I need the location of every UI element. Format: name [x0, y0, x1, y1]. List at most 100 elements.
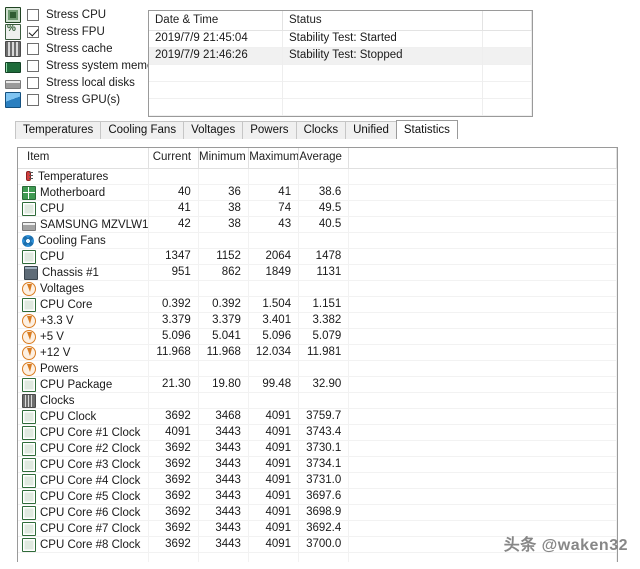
tab-temperatures[interactable]: Temperatures — [15, 121, 102, 139]
column-header-item[interactable]: Item — [18, 148, 149, 168]
table-row[interactable]: CPU Core #5 Clock 3692 3443 4091 3697.6 — [18, 489, 617, 505]
chip-icon — [22, 297, 36, 312]
stat-cell-item: CPU — [18, 249, 149, 264]
stress-option-checkbox[interactable] — [27, 93, 39, 106]
stress-option-checkbox[interactable] — [27, 8, 39, 21]
table-row[interactable]: CPU Core #6 Clock 3692 3443 4091 3698.9 — [18, 505, 617, 521]
log-row[interactable]: 2019/7/9 21:45:04 Stability Test: Started — [149, 31, 532, 48]
table-row[interactable]: CPU 1347 1152 2064 1478 — [18, 249, 617, 265]
motherboard-icon — [22, 185, 36, 200]
harddisk-icon — [22, 221, 36, 231]
statistics-grid[interactable]: Item Current Minimum Maximum Average Tem… — [17, 147, 618, 562]
table-row[interactable]: Chassis #1 951 862 1849 1131 — [18, 265, 617, 281]
stat-item-label: SAMSUNG MZVLW1... — [40, 218, 149, 231]
stat-cell-minimum: 38 — [199, 201, 249, 216]
table-row[interactable]: +3.3 V 3.379 3.379 3.401 3.382 — [18, 313, 617, 329]
stat-cell-average: 3692.4 — [299, 521, 350, 536]
log-column-datetime[interactable]: Date & Time — [149, 11, 283, 31]
table-row[interactable]: SAMSUNG MZVLW1... 42 38 43 40.5 — [18, 217, 617, 233]
table-row[interactable]: CPU Core 0.392 0.392 1.504 1.151 — [18, 297, 617, 313]
log-row[interactable]: 2019/7/9 21:46:26 Stability Test: Stopped — [149, 48, 532, 65]
log-row-empty — [149, 65, 532, 82]
tab-cooling-fans[interactable]: Cooling Fans — [100, 121, 185, 139]
stat-cell-maximum: 74 — [249, 201, 300, 216]
table-row[interactable]: CPU Core #4 Clock 3692 3443 4091 3731.0 — [18, 473, 617, 489]
table-row[interactable]: +12 V 11.968 11.968 12.034 11.981 — [18, 345, 617, 361]
stat-cell-spacer — [349, 377, 617, 392]
table-row[interactable]: Clocks — [18, 393, 617, 409]
tab-clocks[interactable]: Clocks — [295, 121, 347, 139]
stat-cell-average: 5.079 — [299, 329, 350, 344]
stress-option-row[interactable]: Stress FPU — [0, 23, 146, 40]
stat-item-label: CPU Core #7 Clock — [40, 522, 141, 535]
table-row[interactable]: CPU Core #1 Clock 4091 3443 4091 3743.4 — [18, 425, 617, 441]
stress-option-label: Stress cache — [46, 42, 113, 55]
table-row[interactable]: Cooling Fans — [18, 233, 617, 249]
log-column-spacer[interactable] — [483, 11, 532, 31]
stat-item-label: CPU Core #5 Clock — [40, 490, 141, 503]
stat-cell-minimum — [199, 233, 249, 248]
stat-item-label: CPU Core #2 Clock — [40, 442, 141, 455]
stress-option-checkbox[interactable] — [27, 59, 39, 72]
column-header-spacer[interactable] — [349, 148, 617, 168]
table-row[interactable]: CPU Core #7 Clock 3692 3443 4091 3692.4 — [18, 521, 617, 537]
table-row[interactable]: Voltages — [18, 281, 617, 297]
chip-icon — [22, 249, 36, 264]
stress-option-checkbox[interactable] — [27, 42, 39, 55]
stat-cell-minimum — [199, 393, 249, 408]
log-column-status[interactable]: Status — [283, 11, 483, 31]
tab-voltages[interactable]: Voltages — [183, 121, 244, 139]
stat-cell-spacer — [349, 281, 617, 296]
stat-cell-current: 951 — [149, 265, 199, 280]
table-row[interactable]: +5 V 5.096 5.041 5.096 5.079 — [18, 329, 617, 345]
table-row[interactable]: CPU Core #2 Clock 3692 3443 4091 3730.1 — [18, 441, 617, 457]
stat-item-label: Chassis #1 — [42, 266, 99, 279]
table-row[interactable]: CPU Core #3 Clock 3692 3443 4091 3734.1 — [18, 457, 617, 473]
stat-cell-minimum: 11.968 — [199, 345, 249, 360]
table-row[interactable]: CPU Core #8 Clock 3692 3443 4091 3700.0 — [18, 537, 617, 553]
column-header-average[interactable]: Average — [299, 148, 350, 168]
stat-cell-maximum: 4091 — [249, 425, 300, 440]
table-row[interactable]: CPU 41 38 74 49.5 — [18, 201, 617, 217]
gpu-icon — [5, 91, 21, 108]
stress-option-row[interactable]: Stress system memory — [0, 57, 163, 74]
stat-cell-maximum — [249, 169, 300, 184]
stat-item-label: CPU Core #1 Clock — [40, 426, 141, 439]
stat-cell-minimum: 19.80 — [199, 377, 249, 392]
stress-option-checkbox[interactable] — [27, 76, 39, 89]
column-header-minimum[interactable]: Minimum — [199, 148, 250, 168]
table-row[interactable]: CPU Clock 3692 3468 4091 3759.7 — [18, 409, 617, 425]
tab-statistics[interactable]: Statistics — [395, 120, 458, 139]
tab-powers[interactable]: Powers — [242, 121, 297, 139]
column-header-current[interactable]: Current — [149, 148, 200, 168]
voltage-icon — [22, 281, 36, 296]
stat-cell-minimum: 0.392 — [199, 297, 249, 312]
stress-option-row[interactable]: Stress CPU — [0, 6, 146, 23]
stat-item-label: CPU — [40, 250, 65, 263]
stress-option-row[interactable]: Stress local disks — [0, 74, 146, 91]
stress-option-row[interactable]: Stress cache — [0, 40, 146, 57]
table-row[interactable]: Motherboard 40 36 41 38.6 — [18, 185, 617, 201]
event-log-list[interactable]: Date & Time Status 2019/7/9 21:45:04 Stab… — [148, 10, 533, 117]
stat-cell-current: 3692 — [149, 457, 199, 472]
table-row[interactable]: CPU Package 21.30 19.80 99.48 32.90 — [18, 377, 617, 393]
stat-cell-average: 38.6 — [299, 185, 350, 200]
stat-cell-average: 3697.6 — [299, 489, 350, 504]
stat-cell-spacer — [349, 169, 617, 184]
voltage-icon — [22, 313, 36, 328]
stat-cell-minimum: 38 — [199, 217, 249, 232]
stress-option-checkbox[interactable] — [27, 25, 39, 38]
statistics-tabstrip: Temperatures Cooling Fans Voltages Powers Cl… — [15, 120, 458, 139]
stat-item-label: Cooling Fans — [38, 234, 106, 247]
stat-cell-item: CPU Core #8 Clock — [18, 537, 149, 552]
stat-item-label: Powers — [40, 362, 79, 375]
stat-cell-spacer — [349, 521, 617, 536]
tab-unified[interactable]: Unified — [345, 121, 397, 139]
column-header-maximum[interactable]: Maximum — [249, 148, 300, 168]
stress-option-row[interactable]: Stress GPU(s) — [0, 91, 146, 108]
stress-options-panel: Stress CPU Stress FPU Stress cache Stress s… — [0, 6, 163, 108]
stat-cell-average: 1478 — [299, 249, 350, 264]
chip-icon — [22, 473, 36, 488]
table-row[interactable]: Powers — [18, 361, 617, 377]
table-row[interactable]: Temperatures — [18, 169, 617, 185]
